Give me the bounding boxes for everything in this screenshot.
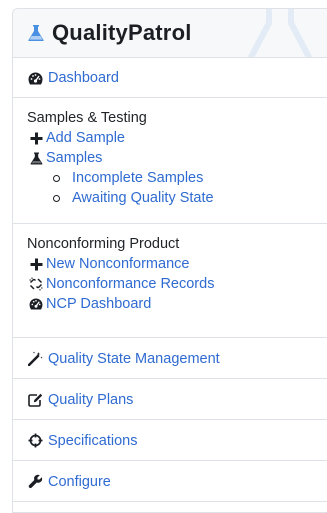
nav-samples[interactable]: Samples <box>13 148 327 168</box>
unlink-icon <box>29 277 43 291</box>
configure-section: Configure <box>13 461 327 502</box>
nav-nonconformance-records[interactable]: Nonconformance Records <box>13 274 327 294</box>
nav-quality-plans[interactable]: Quality Plans <box>13 379 327 420</box>
dashboard-section: Dashboard <box>13 58 327 98</box>
nav-specifications[interactable]: Specifications <box>13 420 327 461</box>
nav-quality-state-management[interactable]: Quality State Management <box>13 338 327 379</box>
nav-configure-label: Configure <box>48 473 111 490</box>
plus-icon <box>29 257 43 271</box>
nav-awaiting-quality-state[interactable]: Awaiting Quality State <box>13 188 327 208</box>
nav-nonconformance-records-label: Nonconformance Records <box>46 276 215 292</box>
wrench-icon <box>27 474 43 490</box>
nav-awaiting-quality-state-label: Awaiting Quality State <box>72 190 214 206</box>
samples-testing-section: Samples & Testing Add Sample Samples Inc… <box>13 98 327 224</box>
plus-icon <box>29 131 43 145</box>
quality-plans-section: Quality Plans <box>13 379 327 420</box>
circle-bullet-icon <box>53 194 60 202</box>
nav-specifications-label: Specifications <box>48 432 138 449</box>
flask-watermark-icon <box>247 9 313 57</box>
brand-title: QualityPatrol <box>52 20 192 45</box>
nav-ncp-dashboard[interactable]: NCP Dashboard <box>13 294 327 314</box>
sidebar: QualityPatrol Dashboard Samples & Testin… <box>12 8 327 513</box>
flask-icon <box>28 25 44 41</box>
samples-testing-heading: Samples & Testing <box>27 110 147 126</box>
tachometer-icon <box>29 297 43 311</box>
quality-state-section: Quality State Management <box>13 338 327 379</box>
nav-incomplete-samples-label: Incomplete Samples <box>72 170 204 186</box>
specifications-section: Specifications <box>13 420 327 461</box>
magic-wand-icon <box>27 351 43 367</box>
nav-dashboard-label: Dashboard <box>48 70 119 86</box>
nav-new-nonconformance-label: New Nonconformance <box>46 256 190 272</box>
flask-icon <box>29 151 43 165</box>
brand-header[interactable]: QualityPatrol <box>13 9 327 58</box>
nav-samples-label: Samples <box>46 150 103 166</box>
nav-ncp-dashboard-label: NCP Dashboard <box>46 296 152 312</box>
nav-add-sample-label: Add Sample <box>46 130 125 146</box>
tachometer-icon <box>27 70 43 86</box>
nav-new-nonconformance[interactable]: New Nonconformance <box>13 254 327 274</box>
nav-incomplete-samples[interactable]: Incomplete Samples <box>13 168 327 188</box>
crosshairs-icon <box>27 433 43 449</box>
nonconforming-product-heading: Nonconforming Product <box>27 236 180 252</box>
nonconforming-product-section: Nonconforming Product New Nonconformance <box>13 224 327 338</box>
nav-configure[interactable]: Configure <box>13 461 327 502</box>
nav-dashboard[interactable]: Dashboard <box>13 58 327 98</box>
nav-quality-plans-label: Quality Plans <box>48 391 134 408</box>
nav-quality-state-management-label: Quality State Management <box>48 350 220 367</box>
nav-add-sample[interactable]: Add Sample <box>13 128 327 148</box>
circle-bullet-icon <box>53 174 60 182</box>
edit-icon <box>27 392 43 408</box>
